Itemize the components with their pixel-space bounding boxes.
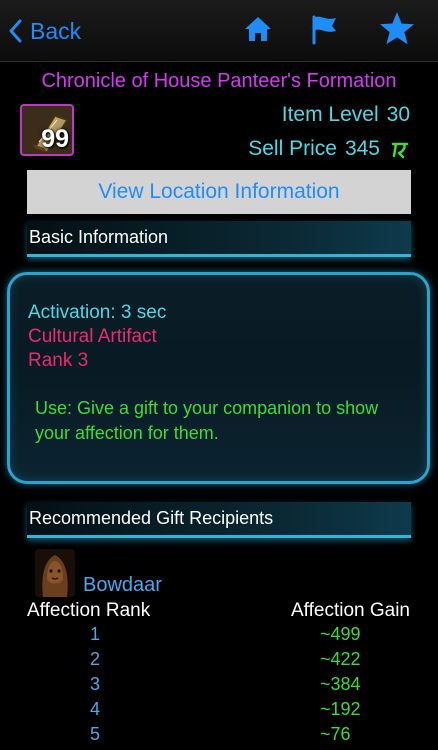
affection-rank-cell: 5 [90, 724, 101, 744]
item-level-value: 30 [386, 103, 410, 126]
affection-gain-cell: ~76 [320, 724, 351, 744]
affection-gain-cell: ~499 [320, 624, 361, 644]
affection-gain-header: Affection Gain [290, 600, 410, 621]
item-level-row: Item Level 30 [282, 103, 410, 127]
table-row: 5 ~76 [0, 724, 438, 749]
affection-rank-cell: 2 [90, 649, 101, 669]
item-title: Chronicle of House Panteer's Formation [41, 70, 397, 92]
credits-icon [391, 142, 409, 159]
table-row: 2 ~422 [0, 649, 438, 674]
table-row: 3 ~384 [0, 674, 438, 699]
sell-price-row: Sell Price 345 [248, 137, 410, 161]
back-button[interactable]: Back [8, 12, 81, 50]
chevron-left-icon [9, 19, 22, 43]
star-icon[interactable] [378, 10, 416, 48]
activation-text: Activation: 3 sec [28, 302, 167, 323]
item-type-text: Cultural Artifact [28, 326, 157, 347]
flag-icon[interactable] [310, 13, 340, 47]
item-level-label: Item Level [281, 103, 379, 126]
stack-count: 99 [41, 125, 69, 153]
affection-gain-cell: ~422 [320, 649, 361, 669]
affection-rank-header: Affection Rank [27, 600, 151, 621]
affection-rank-cell: 3 [90, 674, 101, 694]
table-row: 1 ~499 [0, 624, 438, 649]
affection-rank-cell: 1 [90, 624, 101, 644]
wookiee-portrait-icon [35, 549, 75, 597]
sell-price-label: Sell Price [248, 137, 337, 160]
item-icon: 99 [20, 104, 74, 156]
basic-info-panel: Activation: 3 sec Cultural Artifact Rank… [7, 272, 430, 484]
affection-gain-cell: ~192 [320, 699, 361, 719]
table-row: 4 ~192 [0, 699, 438, 724]
affection-rank-cell: 4 [90, 699, 101, 719]
navigation-bar: Back [0, 0, 438, 62]
basic-information-header: Basic Information [27, 221, 411, 257]
item-rank-text: Rank 3 [28, 350, 89, 371]
home-icon[interactable] [243, 13, 273, 45]
use-description: Use: Give a gift to your companion to sh… [35, 398, 379, 443]
back-label: Back [30, 17, 82, 44]
recipient-avatar[interactable] [35, 549, 75, 597]
view-location-button[interactable]: View Location Information [27, 170, 411, 214]
affection-gain-cell: ~384 [320, 674, 361, 694]
recipient-name[interactable]: Bowdaar [83, 574, 162, 597]
gift-recipients-header: Recommended Gift Recipients [27, 502, 411, 538]
sell-price-value: 345 [344, 137, 380, 160]
